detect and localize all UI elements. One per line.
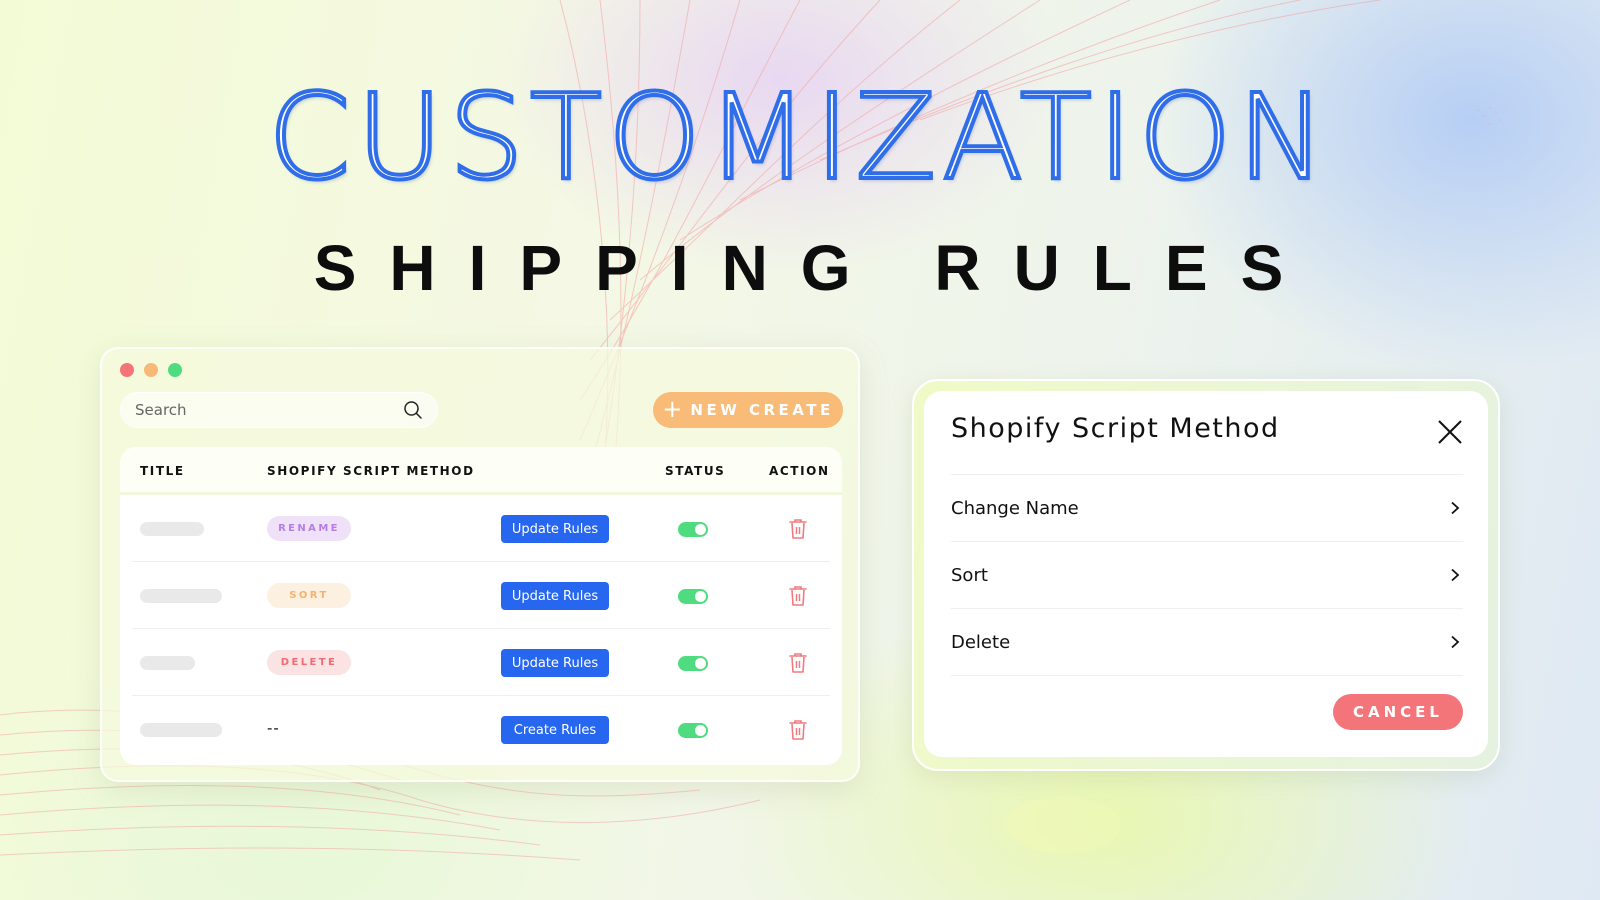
headline: CUSTOMIZATION bbox=[266, 68, 1332, 206]
method-option-label: Change Name bbox=[951, 497, 1079, 519]
trash-icon[interactable] bbox=[788, 719, 808, 741]
close-modal-button[interactable] bbox=[1437, 419, 1463, 445]
column-header-title: TITLE bbox=[140, 464, 185, 478]
plus-icon: + bbox=[662, 394, 683, 423]
trash-icon[interactable] bbox=[788, 652, 808, 674]
modal-panel: Shopify Script Method Change Name Sort D… bbox=[924, 391, 1488, 757]
update-rules-button[interactable]: Update Rules bbox=[501, 649, 609, 677]
app-window: + NEW CREATE TITLE SHOPIFY SCRIPT METHOD… bbox=[100, 347, 860, 782]
cancel-button[interactable]: CANCEL bbox=[1333, 694, 1463, 730]
method-option-delete[interactable]: Delete bbox=[951, 609, 1463, 676]
status-toggle[interactable] bbox=[678, 723, 708, 738]
column-header-action: ACTION bbox=[769, 464, 830, 478]
maximize-window-dot[interactable] bbox=[168, 363, 182, 377]
title-placeholder bbox=[140, 589, 222, 603]
method-option-label: Sort bbox=[951, 564, 988, 586]
search-icon[interactable] bbox=[403, 400, 423, 420]
method-option-sort[interactable]: Sort bbox=[951, 542, 1463, 609]
status-toggle[interactable] bbox=[678, 656, 708, 671]
search-input[interactable] bbox=[135, 401, 403, 419]
trash-icon[interactable] bbox=[788, 518, 808, 540]
close-icon bbox=[1438, 420, 1462, 444]
status-toggle[interactable] bbox=[678, 522, 708, 537]
modal-title: Shopify Script Method bbox=[951, 413, 1280, 444]
update-rules-button[interactable]: Update Rules bbox=[501, 515, 609, 543]
minimize-window-dot[interactable] bbox=[144, 363, 158, 377]
title-placeholder bbox=[140, 723, 222, 737]
rules-table: TITLE SHOPIFY SCRIPT METHOD STATUS ACTIO… bbox=[120, 447, 842, 765]
table-row: -- Create Rules bbox=[132, 696, 830, 763]
method-modal: Shopify Script Method Change Name Sort D… bbox=[912, 379, 1500, 771]
table-row: DELETE Update Rules bbox=[132, 629, 830, 696]
method-empty: -- bbox=[267, 720, 280, 737]
title-placeholder bbox=[140, 522, 204, 536]
search-box bbox=[120, 392, 438, 428]
method-option-change-name[interactable]: Change Name bbox=[951, 475, 1463, 542]
chevron-right-icon bbox=[1451, 501, 1460, 515]
column-header-status: STATUS bbox=[665, 464, 726, 478]
new-create-button[interactable]: + NEW CREATE bbox=[653, 392, 843, 428]
subheadline: SHIPPING RULES bbox=[313, 232, 1317, 304]
new-create-label: NEW CREATE bbox=[690, 401, 834, 419]
table-row: RENAME Update Rules bbox=[132, 495, 830, 562]
update-rules-button[interactable]: Update Rules bbox=[501, 582, 609, 610]
method-badge-sort: SORT bbox=[267, 583, 351, 608]
title-placeholder bbox=[140, 656, 195, 670]
method-badge-delete: DELETE bbox=[267, 650, 351, 675]
chevron-right-icon bbox=[1451, 568, 1460, 582]
method-option-label: Delete bbox=[951, 631, 1011, 653]
close-window-dot[interactable] bbox=[120, 363, 134, 377]
method-list: Change Name Sort Delete bbox=[951, 474, 1463, 676]
table-header: TITLE SHOPIFY SCRIPT METHOD STATUS ACTIO… bbox=[120, 447, 842, 495]
column-header-method: SHOPIFY SCRIPT METHOD bbox=[267, 464, 475, 478]
trash-icon[interactable] bbox=[788, 585, 808, 607]
method-badge-rename: RENAME bbox=[267, 516, 351, 541]
status-toggle[interactable] bbox=[678, 589, 708, 604]
table-row: SORT Update Rules bbox=[132, 562, 830, 629]
window-controls bbox=[120, 363, 182, 377]
chevron-right-icon bbox=[1451, 635, 1460, 649]
create-rules-button[interactable]: Create Rules bbox=[501, 716, 609, 744]
